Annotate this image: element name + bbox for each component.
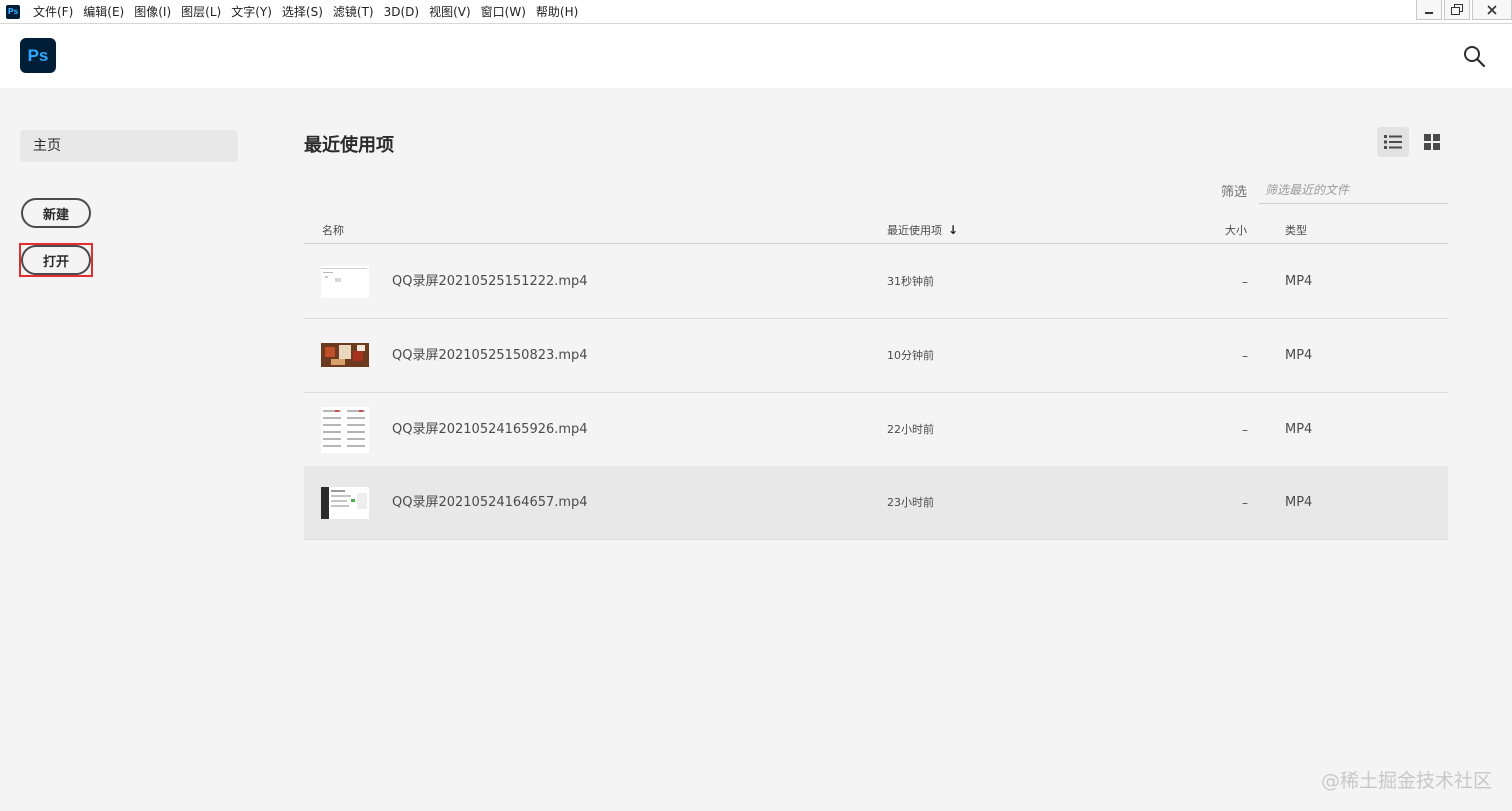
file-thumbnail (321, 407, 369, 453)
open-button-highlight (19, 243, 93, 277)
menu-image[interactable]: 图像(I) (129, 0, 176, 24)
file-type: MP4 (1285, 348, 1313, 363)
file-recent: 31秒钟前 (887, 275, 934, 288)
file-name: QQ录屏20210524165926.mp4 (392, 422, 588, 437)
menu-file[interactable]: 文件(F) (28, 0, 78, 24)
menu-3d[interactable]: 3D(D) (379, 0, 424, 24)
file-recent: 10分钟前 (887, 349, 934, 362)
menu-layer[interactable]: 图层(L) (176, 0, 226, 24)
file-type: MP4 (1285, 422, 1313, 437)
minimize-icon[interactable] (1416, 0, 1442, 20)
restore-icon[interactable] (1444, 0, 1470, 20)
grid-view-icon[interactable] (1416, 127, 1448, 157)
table-row[interactable]: QQ录屏20210524164657.mp4 23小时前 – MP4 (304, 466, 1448, 540)
app-mini-icon[interactable]: Ps (6, 4, 20, 19)
file-type: MP4 (1285, 274, 1313, 289)
file-size: – (1242, 423, 1248, 437)
watermark: @稀土掘金技术社区 (1320, 770, 1492, 792)
column-header-recent-label: 最近使用项 (887, 224, 942, 237)
window-controls (1414, 0, 1512, 20)
file-thumbnail (321, 487, 369, 519)
filter-label: 筛选 (1221, 185, 1248, 200)
menu-view[interactable]: 视图(V) (424, 0, 476, 24)
table-row[interactable]: QQ录屏20210525151222.mp4 31秒钟前 – MP4 (304, 245, 1448, 319)
list-view-icon[interactable] (1377, 127, 1409, 157)
photoshop-logo: Ps (20, 38, 56, 73)
file-type: MP4 (1285, 495, 1313, 510)
page-title: 最近使用项 (304, 135, 394, 156)
filter-input[interactable] (1259, 176, 1448, 204)
table-row[interactable]: QQ录屏20210525150823.mp4 10分钟前 – MP4 (304, 319, 1448, 393)
file-size: – (1242, 275, 1248, 289)
menu-select[interactable]: 选择(S) (277, 0, 328, 24)
file-name: QQ录屏20210525150823.mp4 (392, 348, 588, 363)
menu-edit[interactable]: 编辑(E) (78, 0, 129, 24)
home-header: Ps (0, 24, 1512, 88)
file-thumbnail (321, 343, 369, 367)
column-header-recent[interactable]: 最近使用项 ↓ (887, 222, 958, 238)
column-header-type[interactable]: 类型 (1285, 222, 1307, 238)
sidebar-item-home[interactable]: 主页 (20, 130, 238, 162)
menu-type[interactable]: 文字(Y) (226, 0, 277, 24)
column-header-size[interactable]: 大小 (1225, 222, 1247, 238)
file-recent: 23小时前 (887, 496, 934, 509)
menu-help[interactable]: 帮助(H) (531, 0, 583, 24)
search-icon[interactable] (1462, 44, 1486, 68)
file-size: – (1242, 349, 1248, 363)
table-row[interactable]: QQ录屏20210524165926.mp4 22小时前 – MP4 (304, 393, 1448, 467)
menu-window[interactable]: 窗口(W) (476, 0, 531, 24)
menu-filter[interactable]: 滤镜(T) (328, 0, 379, 24)
file-recent: 22小时前 (887, 423, 934, 436)
table-header: 名称 最近使用项 ↓ 大小 类型 (304, 216, 1448, 244)
menu-bar: Ps 文件(F) 编辑(E) 图像(I) 图层(L) 文字(Y) 选择(S) 滤… (0, 0, 1512, 24)
file-thumbnail (321, 266, 369, 298)
new-button[interactable]: 新建 (21, 198, 91, 228)
file-name: QQ录屏20210525151222.mp4 (392, 274, 588, 289)
close-icon[interactable] (1472, 0, 1512, 20)
column-header-name[interactable]: 名称 (322, 222, 344, 238)
file-name: QQ录屏20210524164657.mp4 (392, 495, 588, 510)
file-size: – (1242, 496, 1248, 510)
sort-down-arrow-icon: ↓ (948, 223, 959, 237)
